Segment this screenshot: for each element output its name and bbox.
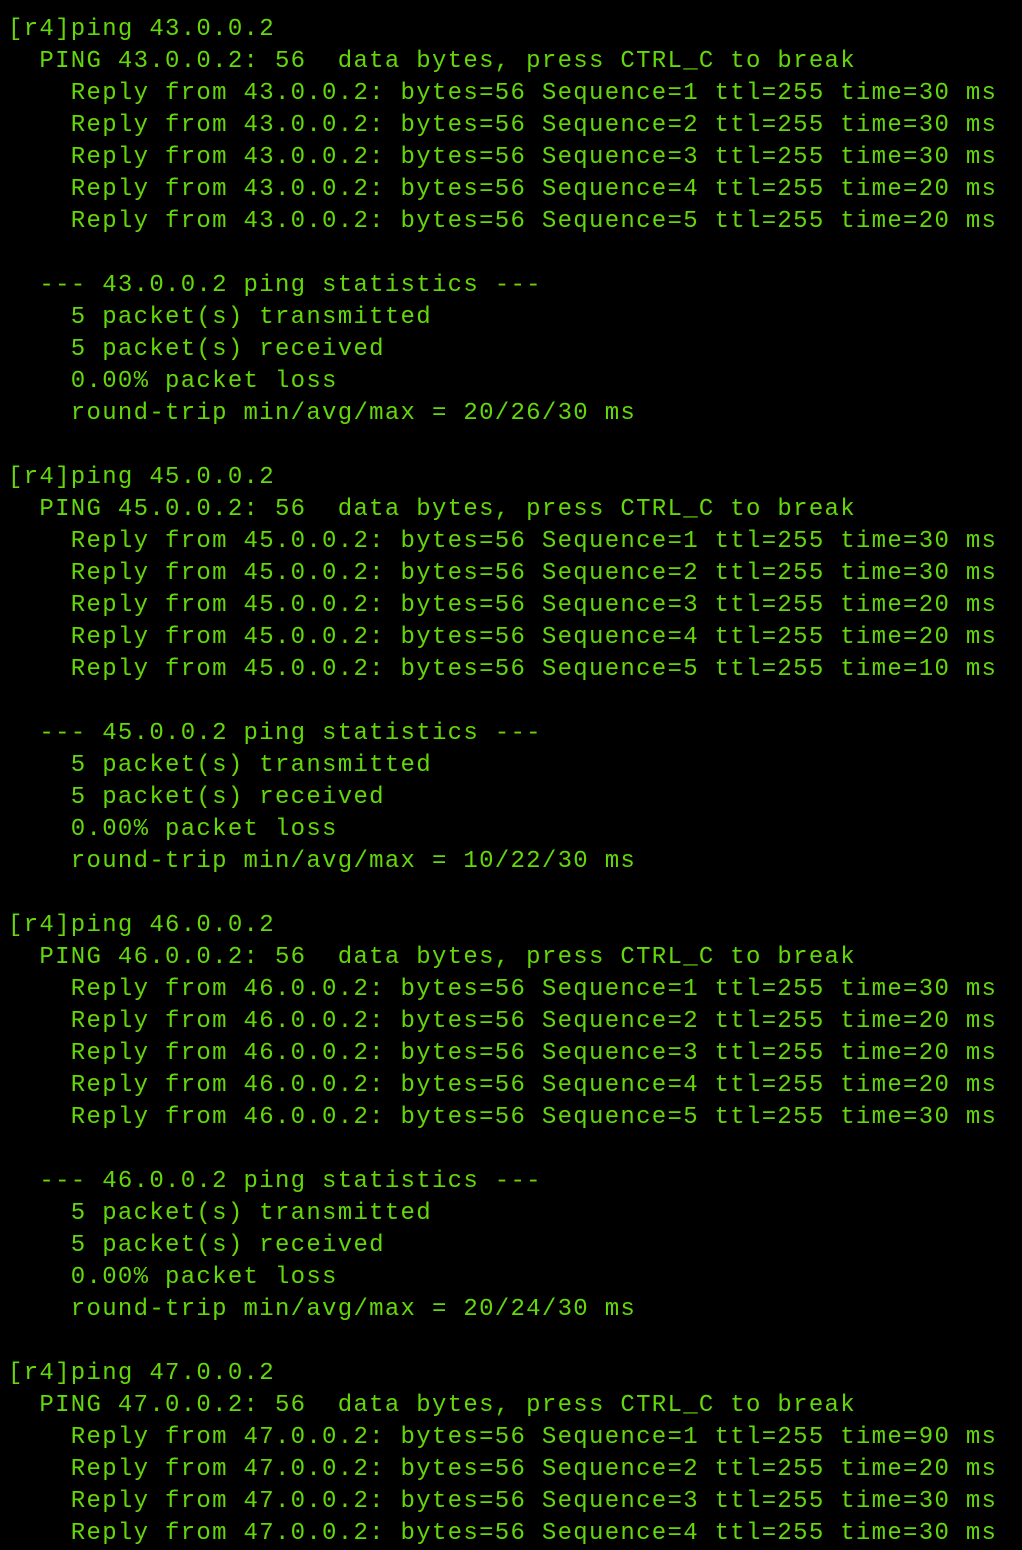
statistics-line: round-trip min/avg/max = 10/22/30 ms [8, 848, 637, 875]
reply-line: Reply from 45.0.0.2: bytes=56 Sequence=3… [8, 592, 998, 619]
ping-header: PING 47.0.0.2: 56 data bytes, press CTRL… [8, 1392, 856, 1419]
statistics-line: 5 packet(s) received [8, 784, 385, 811]
statistics-line: 5 packet(s) transmitted [8, 1200, 432, 1227]
command-line: [r4]ping 45.0.0.2 [8, 464, 275, 491]
statistics-line: 5 packet(s) transmitted [8, 304, 432, 331]
reply-line: Reply from 46.0.0.2: bytes=56 Sequence=1… [8, 976, 998, 1003]
statistics-line: round-trip min/avg/max = 20/24/30 ms [8, 1296, 637, 1323]
reply-line: Reply from 45.0.0.2: bytes=56 Sequence=5… [8, 656, 998, 683]
reply-line: Reply from 47.0.0.2: bytes=56 Sequence=3… [8, 1488, 998, 1515]
command-line: [r4]ping 46.0.0.2 [8, 912, 275, 939]
reply-line: Reply from 46.0.0.2: bytes=56 Sequence=2… [8, 1008, 998, 1035]
statistics-line: --- 45.0.0.2 ping statistics --- [8, 720, 542, 747]
reply-line: Reply from 43.0.0.2: bytes=56 Sequence=3… [8, 144, 998, 171]
reply-line: Reply from 43.0.0.2: bytes=56 Sequence=5… [8, 208, 998, 235]
statistics-line: --- 43.0.0.2 ping statistics --- [8, 272, 542, 299]
reply-line: Reply from 43.0.0.2: bytes=56 Sequence=4… [8, 176, 998, 203]
command-line: [r4]ping 43.0.0.2 [8, 16, 275, 43]
statistics-line: 0.00% packet loss [8, 368, 338, 395]
statistics-line: 5 packet(s) transmitted [8, 752, 432, 779]
command-line: [r4]ping 47.0.0.2 [8, 1360, 275, 1387]
ping-header: PING 45.0.0.2: 56 data bytes, press CTRL… [8, 496, 856, 523]
reply-line: Reply from 46.0.0.2: bytes=56 Sequence=3… [8, 1040, 998, 1067]
statistics-line: --- 46.0.0.2 ping statistics --- [8, 1168, 542, 1195]
reply-line: Reply from 47.0.0.2: bytes=56 Sequence=1… [8, 1424, 998, 1451]
statistics-line: 5 packet(s) received [8, 1232, 385, 1259]
reply-line: Reply from 47.0.0.2: bytes=56 Sequence=2… [8, 1456, 998, 1483]
ping-header: PING 43.0.0.2: 56 data bytes, press CTRL… [8, 48, 856, 75]
statistics-line: round-trip min/avg/max = 20/26/30 ms [8, 400, 637, 427]
ping-header: PING 46.0.0.2: 56 data bytes, press CTRL… [8, 944, 856, 971]
statistics-line: 5 packet(s) received [8, 336, 385, 363]
statistics-line: 0.00% packet loss [8, 1264, 338, 1291]
terminal-output[interactable]: [r4]ping 43.0.0.2 PING 43.0.0.2: 56 data… [8, 14, 1022, 1550]
statistics-line: 0.00% packet loss [8, 816, 338, 843]
reply-line: Reply from 46.0.0.2: bytes=56 Sequence=5… [8, 1104, 998, 1131]
reply-line: Reply from 43.0.0.2: bytes=56 Sequence=2… [8, 112, 998, 139]
reply-line: Reply from 47.0.0.2: bytes=56 Sequence=4… [8, 1520, 998, 1547]
reply-line: Reply from 43.0.0.2: bytes=56 Sequence=1… [8, 80, 998, 107]
reply-line: Reply from 45.0.0.2: bytes=56 Sequence=2… [8, 560, 998, 587]
reply-line: Reply from 46.0.0.2: bytes=56 Sequence=4… [8, 1072, 998, 1099]
reply-line: Reply from 45.0.0.2: bytes=56 Sequence=4… [8, 624, 998, 651]
reply-line: Reply from 45.0.0.2: bytes=56 Sequence=1… [8, 528, 998, 555]
